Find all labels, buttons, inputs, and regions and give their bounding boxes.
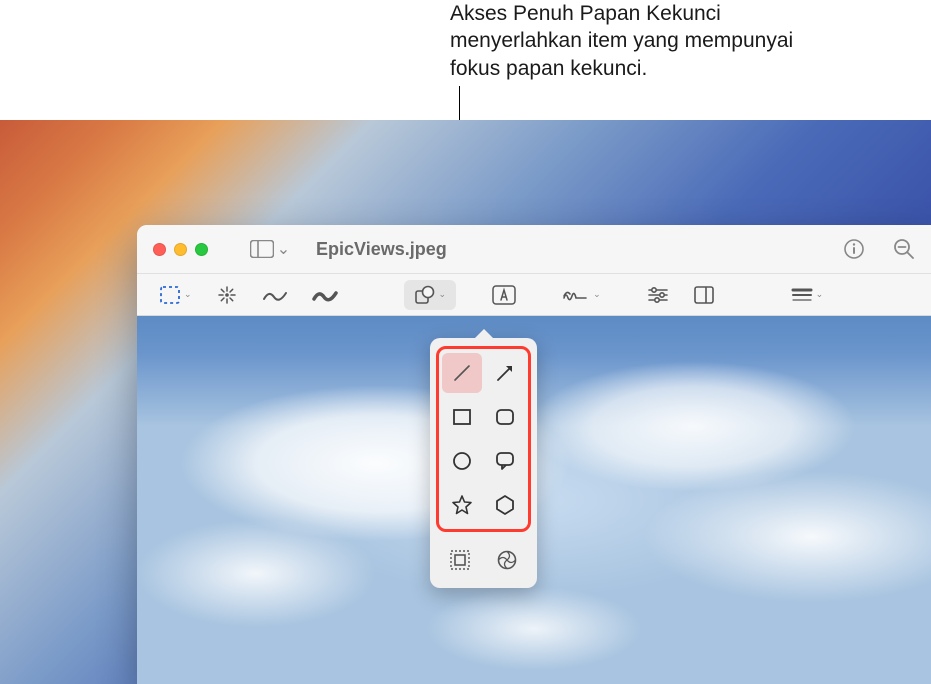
markup-toolbar: ⌄ ⌄ ⌄ xyxy=(137,274,931,316)
adjust-color-button[interactable] xyxy=(637,280,679,310)
minimize-button[interactable] xyxy=(174,243,187,256)
border-style-button[interactable]: ⌄ xyxy=(781,280,834,310)
mask-button[interactable] xyxy=(439,540,482,580)
shape-line-button[interactable] xyxy=(442,353,482,393)
crop-button[interactable] xyxy=(683,280,725,310)
shapes-popover xyxy=(430,338,537,588)
shape-polygon-button[interactable] xyxy=(486,485,526,525)
signature-button[interactable]: ⌄ xyxy=(552,280,611,310)
instant-alpha-button[interactable] xyxy=(206,280,248,310)
info-icon[interactable] xyxy=(843,238,865,260)
shape-extras xyxy=(436,538,531,580)
loupe-button[interactable] xyxy=(486,540,529,580)
sketch-button[interactable] xyxy=(252,280,298,310)
callout-text: Akses Penuh Papan Kekunci menyerlahkan i… xyxy=(450,0,820,82)
sidebar-toggle-button[interactable]: ⌄ xyxy=(246,235,294,263)
keyboard-focus-highlight xyxy=(436,346,531,532)
shape-rectangle-button[interactable] xyxy=(442,397,482,437)
chevron-down-icon: ⌄ xyxy=(593,289,601,300)
window-title: EpicViews.jpeg xyxy=(316,239,447,260)
text-button[interactable] xyxy=(482,280,526,310)
selection-tool-button[interactable]: ⌄ xyxy=(149,280,202,310)
zoom-out-icon[interactable] xyxy=(893,238,915,260)
window-titlebar: ⌄ EpicViews.jpeg xyxy=(137,225,931,274)
draw-button[interactable] xyxy=(302,280,348,310)
shape-oval-button[interactable] xyxy=(442,441,482,481)
traffic-lights xyxy=(153,243,208,256)
shape-rounded-rectangle-button[interactable] xyxy=(486,397,526,437)
zoom-button[interactable] xyxy=(195,243,208,256)
shape-arrow-button[interactable] xyxy=(486,353,526,393)
chevron-down-icon: ⌄ xyxy=(439,289,447,300)
shape-grid xyxy=(442,353,525,525)
shape-speech-bubble-button[interactable] xyxy=(486,441,526,481)
shapes-button[interactable]: ⌄ xyxy=(404,280,457,310)
chevron-down-icon: ⌄ xyxy=(816,289,824,300)
chevron-down-icon: ⌄ xyxy=(184,289,192,300)
close-button[interactable] xyxy=(153,243,166,256)
chevron-down-icon: ⌄ xyxy=(277,239,290,259)
shape-star-button[interactable] xyxy=(442,485,482,525)
